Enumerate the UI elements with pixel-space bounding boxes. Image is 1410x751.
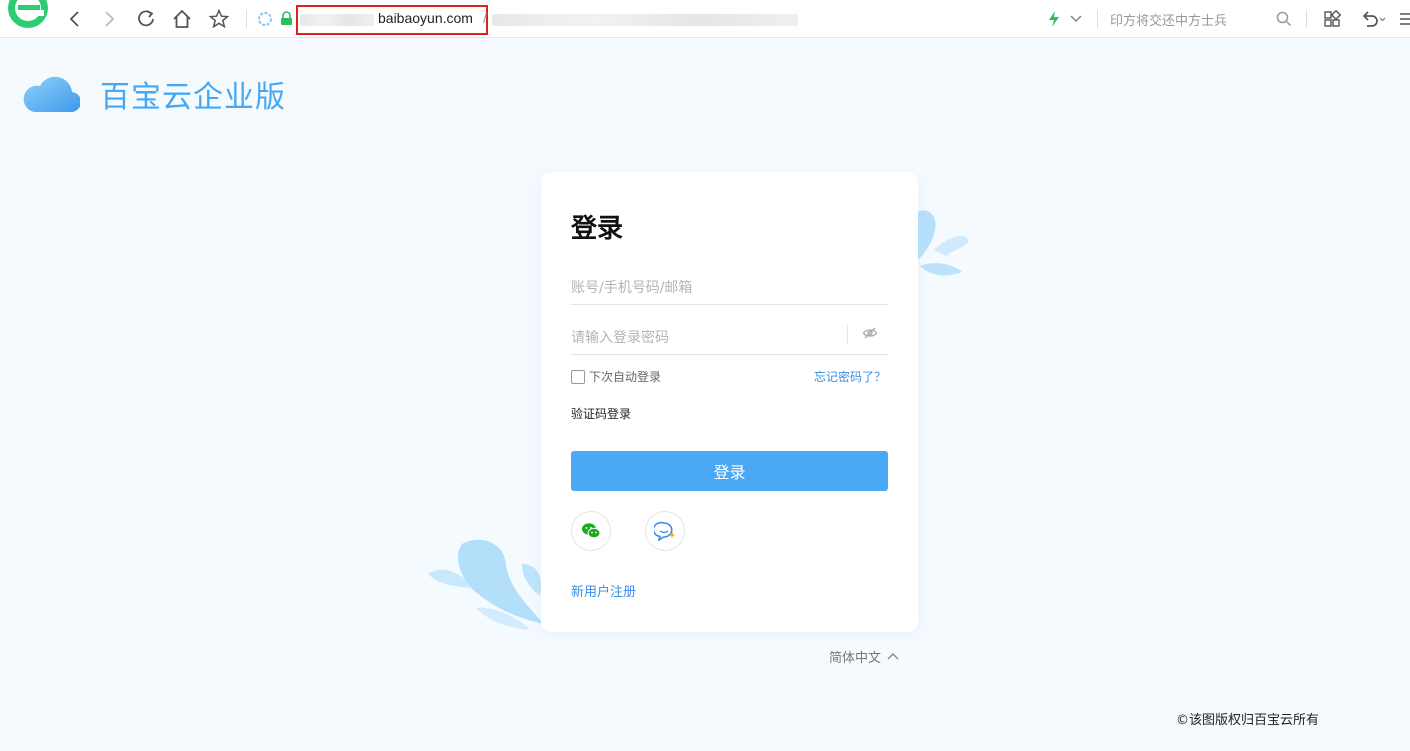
code-login-link[interactable]: 验证码登录 [571,405,631,422]
back-icon [69,11,79,27]
forward-icon [105,11,115,27]
toolbar-divider [1306,10,1307,28]
toolbar-divider [1097,10,1098,28]
lightning-icon[interactable] [1048,10,1060,28]
login-button[interactable]: 登录 [571,451,888,491]
language-selector[interactable]: 简体中文 [829,647,899,666]
remember-me[interactable]: 下次自动登录 [571,368,661,385]
login-title: 登录 [571,214,624,244]
login-card: 登录 账号/手机号码/邮箱 请输入登录密码 下次自动登录 忘记密码了？ 验证码登… [541,172,918,632]
toolbar-divider [246,10,247,28]
eye-slash-icon[interactable] [862,325,878,341]
wechat-icon [582,523,601,539]
remember-checkbox[interactable] [571,369,585,384]
forgot-password-link[interactable]: 忘记密码了？ [814,368,886,385]
bookmark-button[interactable] [208,8,230,30]
password-input[interactable]: 请输入登录密码 [571,327,669,347]
forward-button[interactable] [98,8,120,30]
search-icon[interactable] [1276,11,1292,27]
lock-icon [281,11,292,25]
chevron-down-icon[interactable] [1069,13,1083,25]
back-button[interactable] [64,8,86,30]
cloud-logo-icon [23,76,80,113]
chat-login-button[interactable] [645,511,685,551]
account-input[interactable]: 账号/手机号码/邮箱 [571,277,692,297]
chat-bubble-icon [654,521,675,541]
url-domain[interactable]: baibaoyun.com [378,10,473,26]
home-icon [173,9,191,28]
shield-icon[interactable] [257,11,273,27]
url-blurred-path [492,14,798,26]
menu-icon[interactable] [1400,11,1410,27]
brand-name: 百宝云企业版 [100,80,286,115]
wechat-login-button[interactable] [571,511,611,551]
password-field[interactable]: 请输入登录密码 [571,315,888,355]
language-label: 简体中文 [829,651,882,666]
undo-icon[interactable] [1360,9,1386,29]
splash-decoration-left [428,539,544,630]
account-field[interactable]: 账号/手机号码/邮箱 [571,265,888,305]
remember-label: 下次自动登录 [589,370,662,384]
field-divider [847,325,848,343]
chevron-up-icon [887,652,899,659]
copyright-notice: ©该图版权归百宝云所有 [1176,713,1320,728]
url-trailing: / [483,10,487,26]
browser-toolbar: baibaoyun.com / 印方将交还中方士兵 [0,0,1410,38]
reload-icon [138,10,154,27]
browser-logo-icon[interactable] [4,0,52,30]
reload-button[interactable] [135,8,157,30]
register-link[interactable]: 新用户注册 [571,581,636,600]
brand: 百宝云企业版 [22,72,286,116]
star-icon [209,9,229,29]
home-button[interactable] [171,8,193,30]
search-input[interactable]: 印方将交还中方士兵 [1110,10,1227,29]
apps-icon[interactable] [1323,10,1341,28]
